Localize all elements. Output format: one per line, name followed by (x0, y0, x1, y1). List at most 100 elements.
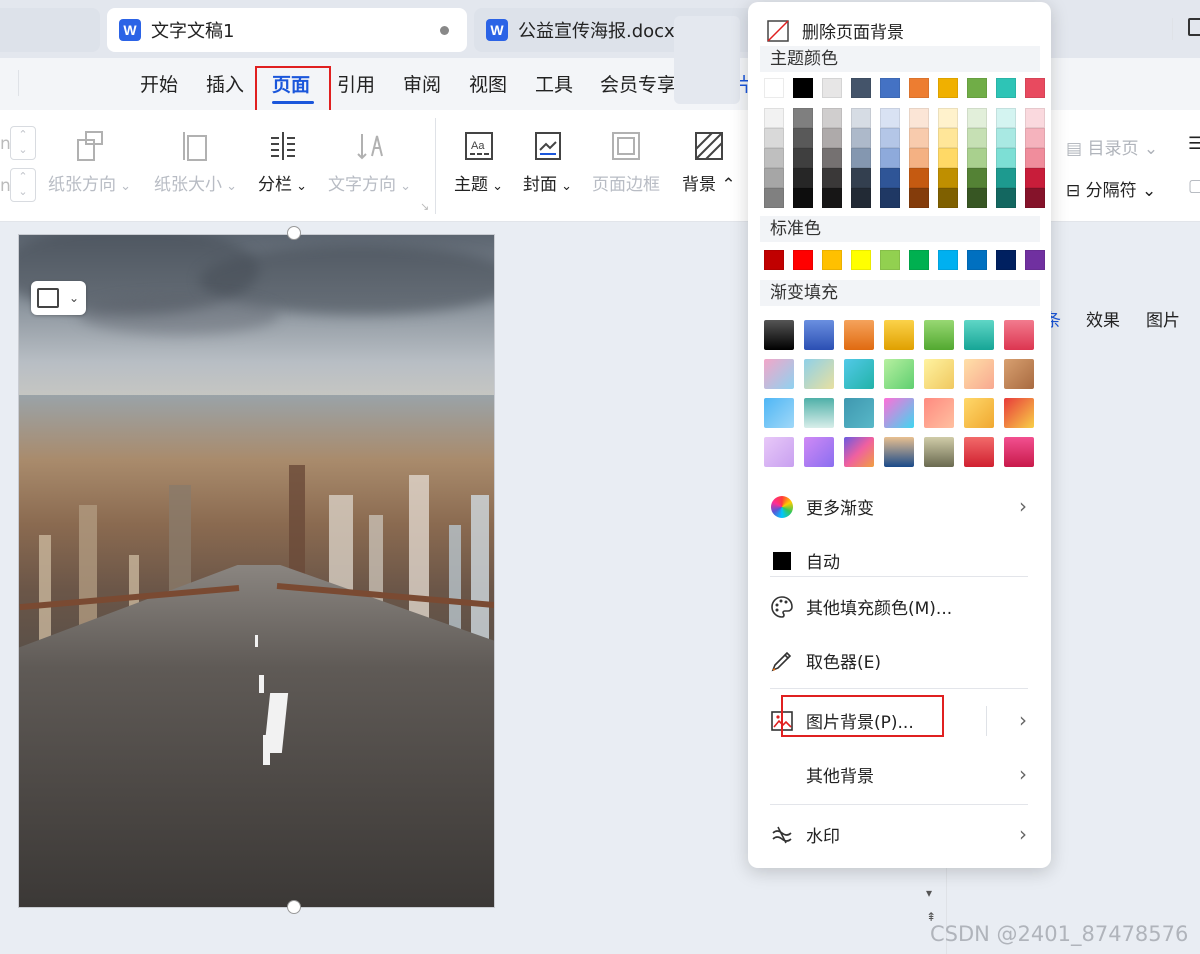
theme-shade-swatch[interactable] (793, 168, 813, 188)
gradient-swatch[interactable] (924, 359, 954, 389)
watermark-item[interactable]: 水印 (770, 822, 840, 847)
menu-start[interactable]: 开始 (140, 70, 178, 97)
background-button[interactable]: 背景 ⌃ (682, 130, 736, 195)
menu-vip[interactable]: 会员专享 (600, 70, 676, 97)
standard-color-swatch[interactable] (909, 250, 929, 270)
theme-color-swatch[interactable] (764, 78, 784, 98)
paper-orientation-button[interactable]: 纸张方向 (48, 130, 131, 195)
gradient-swatch[interactable] (1004, 398, 1034, 428)
theme-shade-swatch[interactable] (851, 188, 871, 208)
theme-shade-swatch[interactable] (822, 168, 842, 188)
theme-shade-swatch[interactable] (996, 128, 1016, 148)
gradient-swatch[interactable] (804, 437, 834, 467)
restore-window-icon[interactable] (1188, 18, 1200, 36)
standard-color-swatch[interactable] (996, 250, 1016, 270)
theme-shade-swatch[interactable] (996, 168, 1016, 188)
gradient-swatch[interactable] (764, 398, 794, 428)
gradient-swatch[interactable] (804, 320, 834, 350)
theme-color-swatch[interactable] (967, 78, 987, 98)
resize-handle-bottom[interactable] (287, 900, 301, 914)
gradient-swatch[interactable] (964, 320, 994, 350)
gradient-swatch[interactable] (1004, 320, 1034, 350)
gradient-swatch[interactable] (844, 359, 874, 389)
theme-shade-swatch[interactable] (909, 168, 929, 188)
theme-shade-swatch[interactable] (996, 188, 1016, 208)
theme-shade-swatch[interactable] (822, 188, 842, 208)
dialog-launcher-icon[interactable]: ↘ (420, 200, 429, 213)
theme-shade-swatch[interactable] (764, 128, 784, 148)
layout-options-button[interactable]: ⌄ (31, 281, 86, 315)
gradient-swatch[interactable] (1004, 437, 1034, 467)
other-background-item[interactable]: 其他背景 (806, 762, 874, 787)
gradient-swatch[interactable] (764, 320, 794, 350)
scroll-controls[interactable]: ▾ (926, 886, 932, 900)
theme-shade-swatch[interactable] (851, 168, 871, 188)
tab-document-1[interactable]: W 文字文稿1 (107, 8, 467, 52)
standard-color-swatch[interactable] (822, 250, 842, 270)
gradient-swatch[interactable] (964, 437, 994, 467)
panel-tab-image[interactable]: 图片 (1146, 306, 1180, 331)
toc-page-button[interactable]: ▤ 目录页 ⌄ (1066, 134, 1158, 159)
theme-shade-swatch[interactable] (967, 128, 987, 148)
theme-shade-swatch[interactable] (851, 148, 871, 168)
theme-color-swatch[interactable] (793, 78, 813, 98)
theme-shade-swatch[interactable] (880, 168, 900, 188)
standard-color-swatch[interactable] (967, 250, 987, 270)
standard-color-swatch[interactable] (880, 250, 900, 270)
theme-shade-swatch[interactable] (967, 148, 987, 168)
gradient-swatch[interactable] (804, 359, 834, 389)
gradient-swatch[interactable] (924, 398, 954, 428)
theme-shade-swatch[interactable] (938, 168, 958, 188)
gradient-swatch[interactable] (884, 437, 914, 467)
theme-shade-swatch[interactable] (764, 108, 784, 128)
theme-shade-swatch[interactable] (822, 148, 842, 168)
theme-shade-swatch[interactable] (967, 108, 987, 128)
gradient-swatch[interactable] (884, 320, 914, 350)
menu-review[interactable]: 审阅 (403, 70, 441, 97)
theme-color-swatch[interactable] (996, 78, 1016, 98)
theme-color-swatch[interactable] (1025, 78, 1045, 98)
menu-reference[interactable]: 引用 (337, 70, 375, 97)
gradient-swatch[interactable] (1004, 359, 1034, 389)
menu-insert[interactable]: 插入 (206, 70, 244, 97)
theme-shade-swatch[interactable] (851, 128, 871, 148)
gradient-swatch[interactable] (804, 398, 834, 428)
gradient-swatch[interactable] (844, 437, 874, 467)
theme-color-swatch[interactable] (909, 78, 929, 98)
theme-shade-swatch[interactable] (880, 188, 900, 208)
gradient-swatch[interactable] (964, 359, 994, 389)
gradient-swatch[interactable] (924, 437, 954, 467)
theme-shade-swatch[interactable] (909, 148, 929, 168)
gradient-swatch[interactable] (764, 359, 794, 389)
menu-view[interactable]: 视图 (469, 70, 507, 97)
theme-shade-swatch[interactable] (938, 128, 958, 148)
theme-color-swatch[interactable] (822, 78, 842, 98)
ribbon-more-icon-2[interactable]: ▢ (1188, 176, 1200, 196)
theme-shade-swatch[interactable] (764, 188, 784, 208)
theme-shade-swatch[interactable] (822, 108, 842, 128)
theme-shade-swatch[interactable] (793, 148, 813, 168)
columns-button[interactable]: 分栏 (258, 130, 307, 195)
gradient-swatch[interactable] (884, 359, 914, 389)
margin-spinner-top[interactable]: ⌃ ⌄ (10, 126, 36, 160)
margin-spinner-bottom[interactable]: ⌃ ⌄ (10, 168, 36, 202)
theme-shade-swatch[interactable] (996, 108, 1016, 128)
theme-shade-swatch[interactable] (909, 128, 929, 148)
theme-shade-swatch[interactable] (938, 108, 958, 128)
cover-button[interactable]: 封面 (523, 130, 572, 195)
gradient-swatch[interactable] (964, 398, 994, 428)
theme-shade-swatch[interactable] (851, 108, 871, 128)
eyedropper-item[interactable]: 取色器(E) (770, 648, 881, 673)
theme-color-swatch[interactable] (938, 78, 958, 98)
theme-shade-swatch[interactable] (938, 148, 958, 168)
theme-shade-swatch[interactable] (1025, 128, 1045, 148)
page-border-button[interactable]: 页面边框 (592, 130, 660, 195)
theme-shade-swatch[interactable] (880, 128, 900, 148)
theme-shade-swatch[interactable] (793, 128, 813, 148)
theme-shade-swatch[interactable] (967, 168, 987, 188)
theme-shade-swatch[interactable] (909, 108, 929, 128)
theme-shade-swatch[interactable] (909, 188, 929, 208)
remove-background-item[interactable]: 删除页面背景 (766, 18, 904, 43)
gradient-swatch[interactable] (924, 320, 954, 350)
document-page-image[interactable] (18, 234, 495, 908)
